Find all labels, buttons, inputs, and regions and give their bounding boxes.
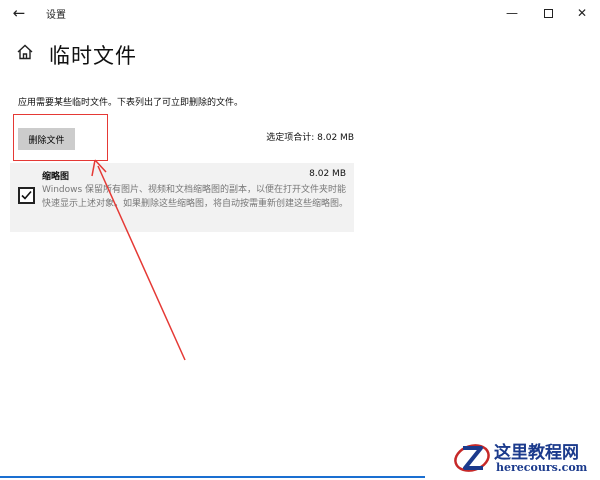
- watermark: 这里教程网 herecours.com: [452, 436, 600, 480]
- bottom-divider: [0, 476, 425, 478]
- annotation-arrow-icon: [91, 159, 186, 361]
- watermark-url: herecours.com: [496, 461, 588, 474]
- watermark-title: 这里教程网: [494, 443, 579, 463]
- watermark-logo-icon: [454, 444, 490, 472]
